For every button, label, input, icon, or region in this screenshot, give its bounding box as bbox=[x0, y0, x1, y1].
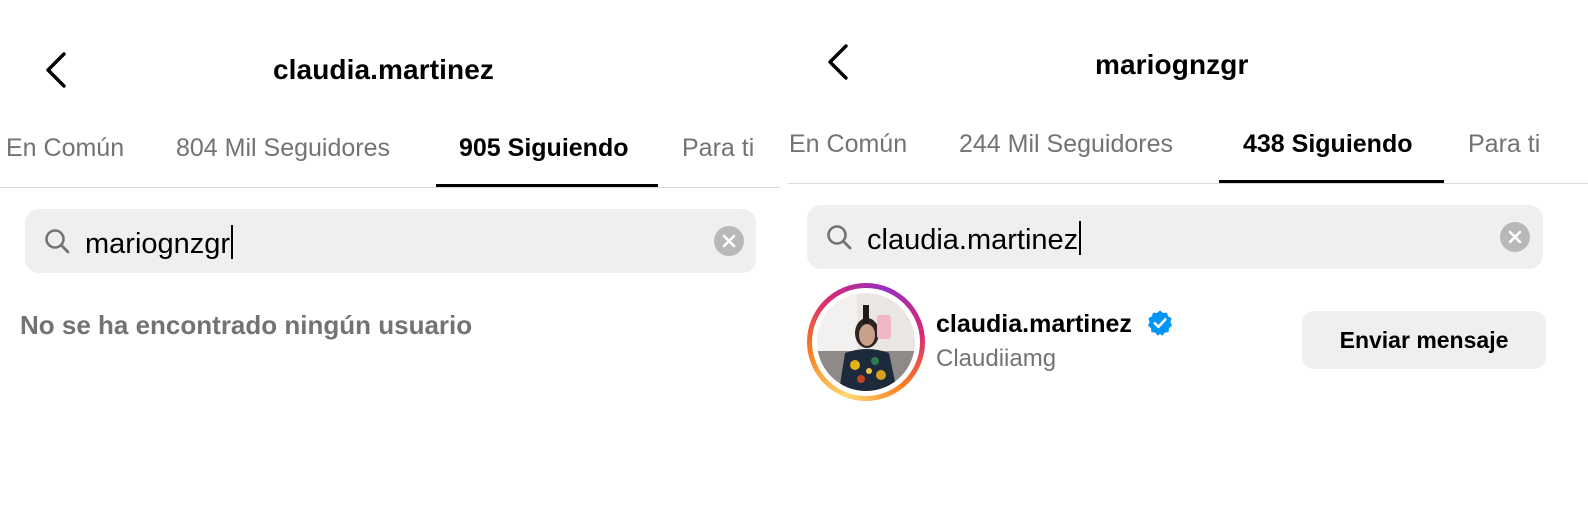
profile-title: claudia.martinez bbox=[273, 54, 495, 85]
active-tab-indicator bbox=[436, 184, 658, 187]
chevron-left-icon bbox=[46, 52, 66, 88]
tab-for-you[interactable]: Para ti bbox=[682, 134, 754, 163]
active-tab-indicator bbox=[1219, 180, 1444, 183]
tab-following[interactable]: 438 Siguiendo bbox=[1243, 130, 1412, 159]
clear-search-button[interactable] bbox=[714, 226, 744, 256]
tab-following[interactable]: 905 Siguiendo bbox=[459, 134, 628, 163]
search-query: mariognzgr bbox=[85, 228, 231, 260]
text-cursor bbox=[1079, 221, 1082, 255]
back-button[interactable] bbox=[36, 48, 80, 92]
search-input[interactable]: claudia.martinez bbox=[867, 221, 1082, 257]
tab-mutual[interactable]: En Común bbox=[789, 130, 907, 159]
search-icon bbox=[43, 227, 71, 255]
text-cursor bbox=[231, 225, 234, 259]
result-username[interactable]: claudia.martinez bbox=[936, 310, 1132, 339]
search-icon bbox=[825, 223, 853, 251]
back-button[interactable] bbox=[818, 40, 862, 84]
tab-followers[interactable]: 244 Mil Seguidores bbox=[959, 130, 1173, 159]
tab-mutual[interactable]: En Común bbox=[6, 134, 124, 163]
clear-circle-icon bbox=[714, 226, 744, 256]
tab-divider bbox=[788, 183, 1588, 184]
send-message-button[interactable]: Enviar mensaje bbox=[1302, 311, 1546, 369]
verified-badge-icon bbox=[1146, 309, 1174, 337]
profile-title: mariognzgr bbox=[1095, 49, 1249, 80]
clear-search-button[interactable] bbox=[1500, 222, 1530, 252]
avatar bbox=[817, 293, 915, 391]
tab-divider bbox=[0, 187, 780, 188]
left-screen: claudia.martinez En Común 804 Mil Seguid… bbox=[0, 0, 780, 518]
search-input[interactable]: mariognzgr bbox=[85, 225, 234, 261]
result-full-name: Claudiiamg bbox=[936, 345, 1057, 372]
clear-circle-icon bbox=[1500, 222, 1530, 252]
right-screen: mariognzgr En Común 244 Mil Seguidores 4… bbox=[788, 0, 1588, 518]
avatar-story-ring[interactable] bbox=[807, 283, 925, 401]
no-results-message: No se ha encontrado ningún usuario bbox=[20, 310, 473, 340]
search-bar[interactable]: claudia.martinez bbox=[807, 205, 1543, 269]
chevron-left-icon bbox=[828, 44, 848, 80]
search-bar[interactable]: mariognzgr bbox=[25, 209, 756, 273]
tab-for-you[interactable]: Para ti bbox=[1468, 130, 1540, 159]
search-query: claudia.martinez bbox=[867, 224, 1079, 256]
tab-followers[interactable]: 804 Mil Seguidores bbox=[176, 134, 390, 163]
